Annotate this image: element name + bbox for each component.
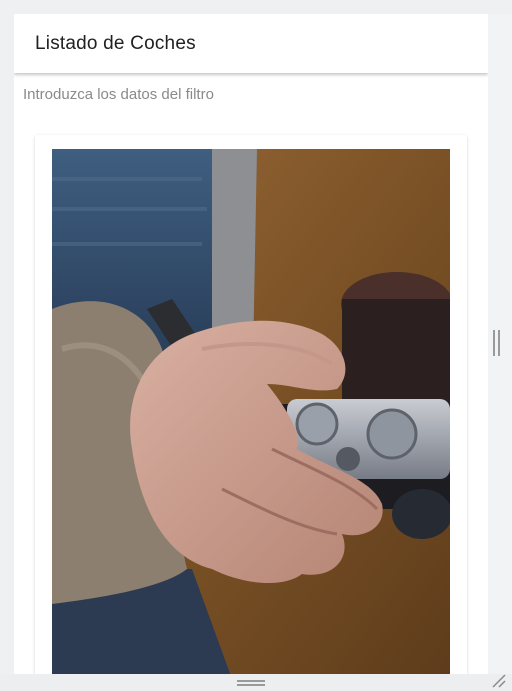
main-panel: Listado de Coches Introduzca los datos d… <box>14 14 488 678</box>
corner-resize-icon[interactable] <box>489 673 507 689</box>
car-photo <box>52 149 450 678</box>
car-card[interactable] <box>35 135 467 678</box>
horizontal-resize-handle[interactable] <box>237 680 265 686</box>
page-title: Listado de Coches <box>35 32 196 54</box>
vertical-resize-handle[interactable] <box>493 330 501 356</box>
filter-hint: Introduzca los datos del filtro <box>23 86 214 103</box>
app-header: Listado de Coches <box>14 14 488 73</box>
camera-photo-image <box>52 149 450 678</box>
